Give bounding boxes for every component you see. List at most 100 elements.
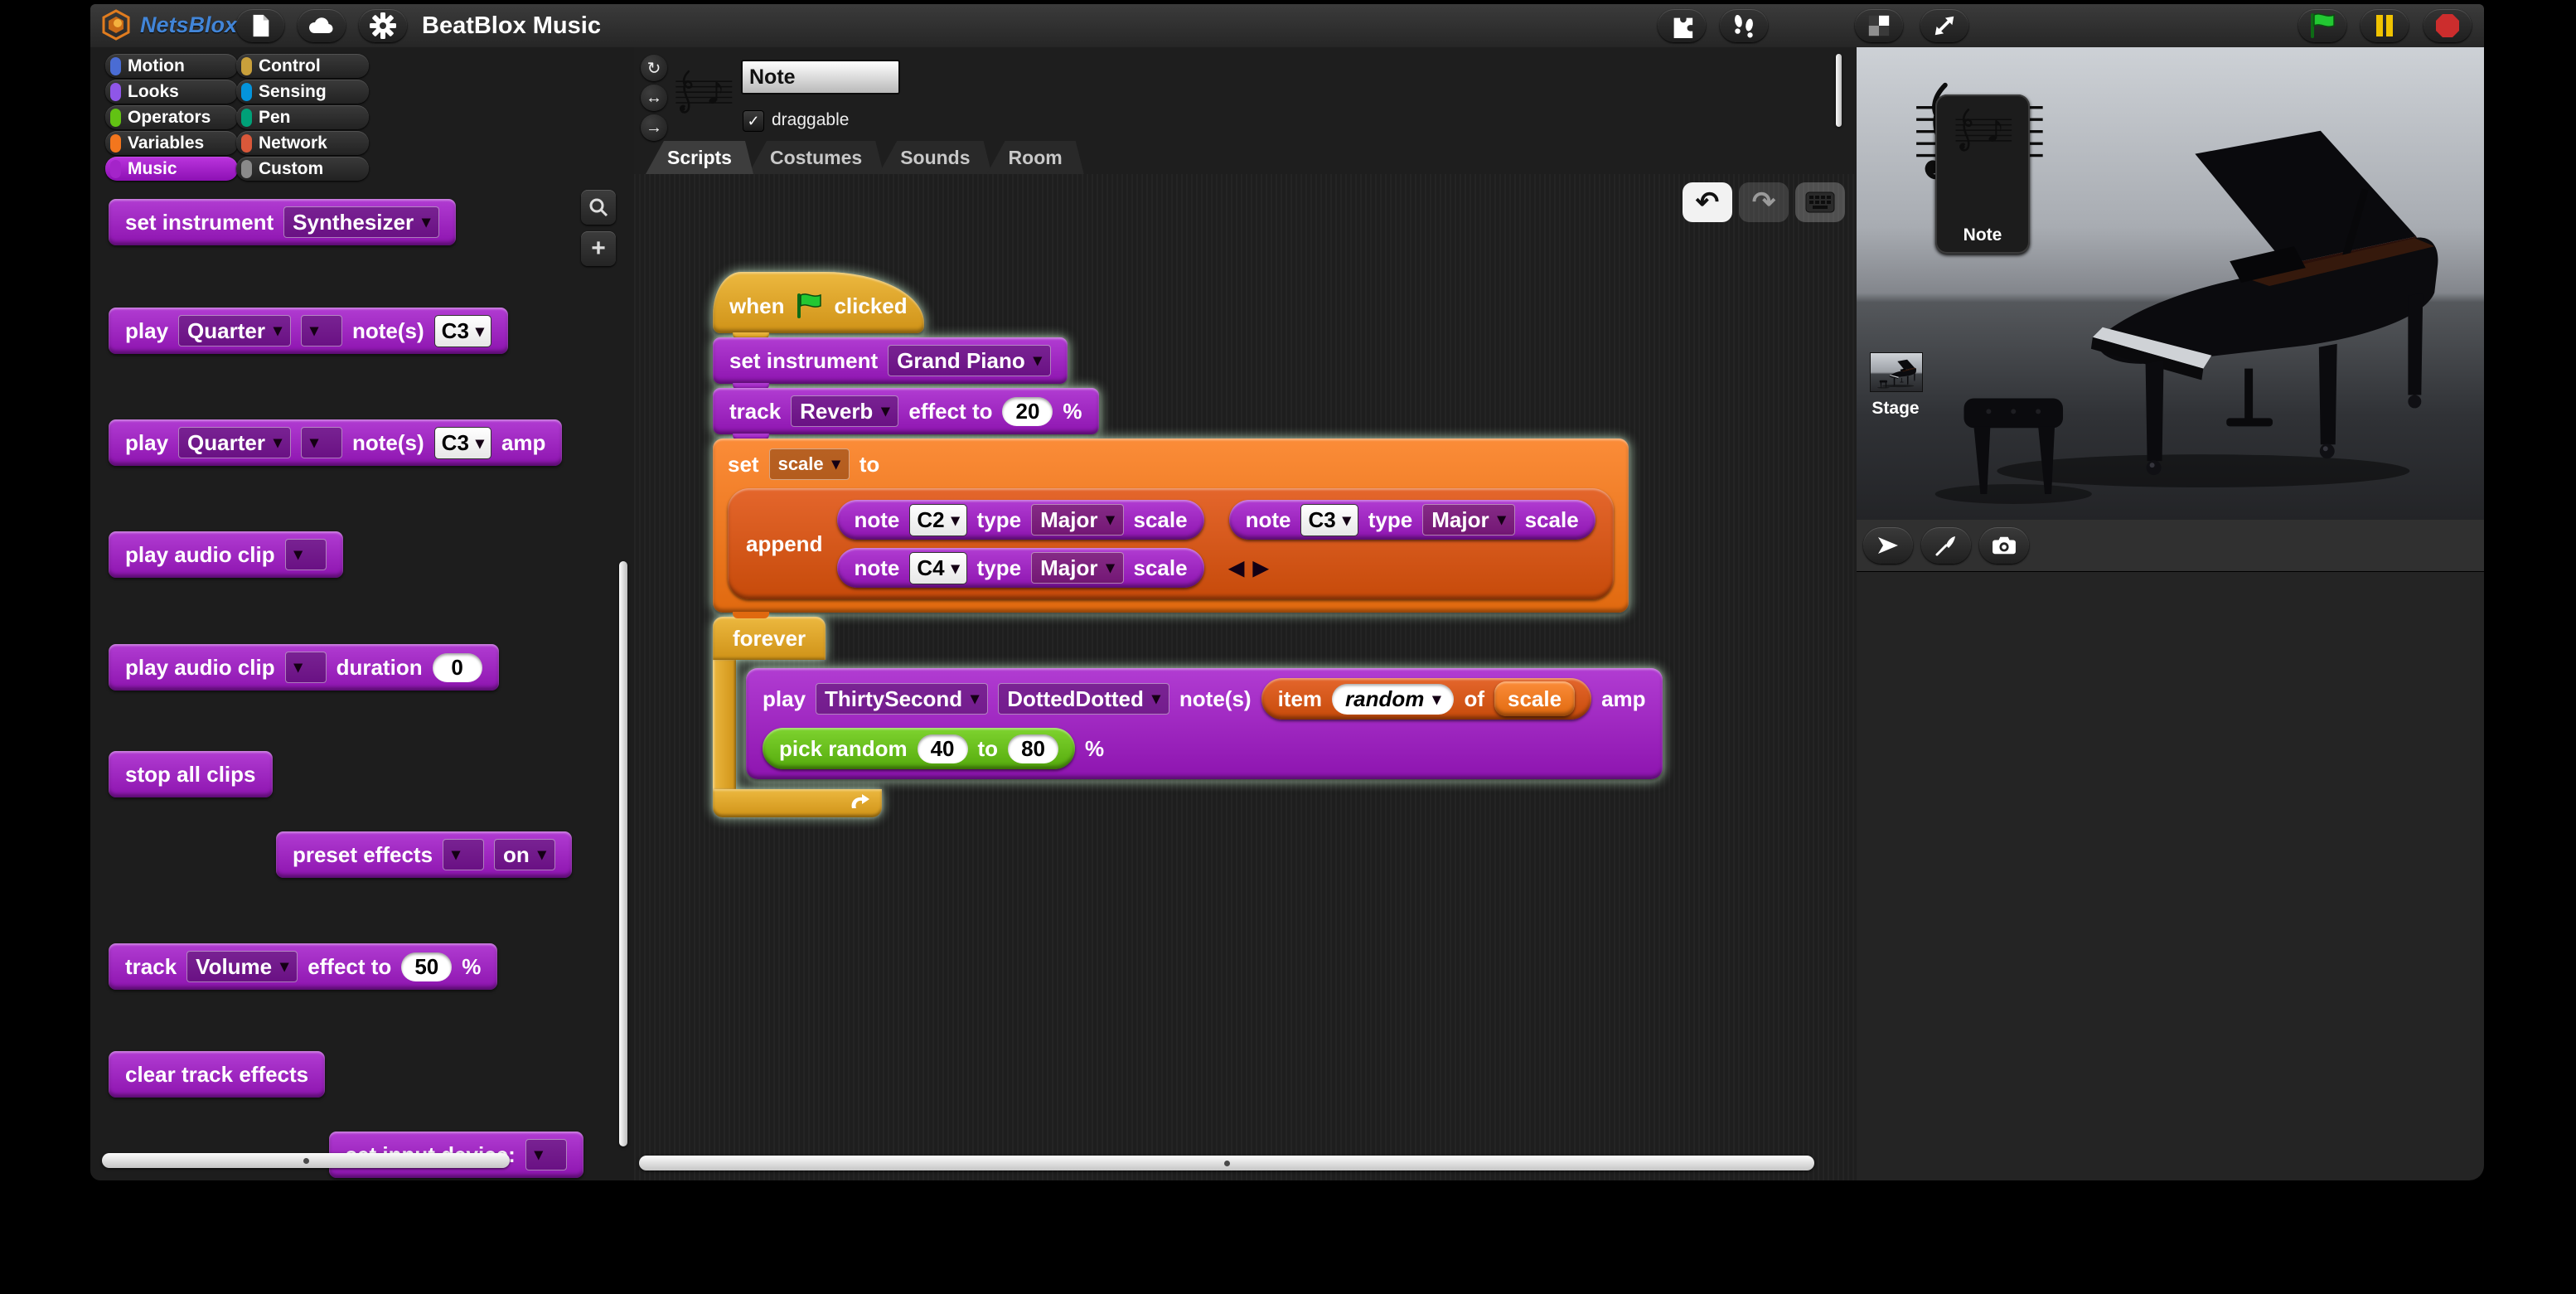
category-operators[interactable]: Operators [105, 105, 238, 129]
duration-dropdown[interactable]: ThirtySecond▾ [816, 683, 988, 715]
block-note-c2[interactable]: note C2▾ type Major▾ scale [837, 500, 1203, 540]
tab-costumes[interactable]: Costumes [748, 141, 884, 174]
palette-block-play-clip-duration[interactable]: play audio clip ▾ duration 0 [109, 644, 499, 691]
layout-toggle-button[interactable] [1855, 9, 1903, 42]
category-music[interactable]: Music [105, 157, 238, 181]
block-note-c4[interactable]: note C4▾ type Major▾ scale [837, 548, 1203, 588]
category-network[interactable]: Network [236, 131, 369, 155]
extensions-button[interactable] [1658, 9, 1706, 42]
steps-button[interactable] [1720, 9, 1768, 42]
block-play-notes[interactable]: play ThirtySecond▾ DottedDotted▾ note(s)… [746, 668, 1663, 779]
no-rotate-button[interactable]: → [641, 114, 667, 141]
modifier-dropdown[interactable]: DottedDotted▾ [998, 683, 1169, 715]
block-when-flag-clicked[interactable]: when clicked [713, 272, 924, 333]
instrument-dropdown[interactable]: Grand Piano▾ [888, 345, 1051, 376]
pitch-dropdown[interactable]: C3▾ [1300, 504, 1358, 536]
palette-block-track-effect[interactable]: track Volume▾ effect to 50 % [109, 943, 497, 990]
category-variables[interactable]: Variables [105, 131, 238, 155]
settings-button[interactable] [359, 9, 407, 42]
header-scrollbar[interactable] [1836, 54, 1842, 127]
sprite-name-input[interactable] [741, 60, 900, 95]
duration-input[interactable]: 0 [433, 653, 482, 682]
min-input[interactable]: 40 [918, 734, 968, 763]
pitch-dropdown[interactable]: C2▾ [909, 504, 966, 536]
block-set-instrument[interactable]: set instrument Grand Piano▾ [713, 337, 1068, 384]
clip-dropdown[interactable]: ▾ [285, 652, 327, 683]
undo-button[interactable]: ↶ [1683, 182, 1732, 222]
max-input[interactable]: 80 [1008, 734, 1058, 763]
scale-type-dropdown[interactable]: Major▾ [1422, 504, 1514, 536]
netsblox-logo[interactable]: NetsBlox [100, 9, 237, 41]
tab-sounds[interactable]: Sounds [879, 141, 991, 174]
green-flag-button[interactable] [2298, 9, 2346, 42]
state-dropdown[interactable]: on▾ [494, 839, 555, 870]
index-dropdown[interactable]: random▾ [1332, 684, 1454, 715]
palette-block-clear-effects[interactable]: clear track effects [109, 1051, 325, 1098]
scale-type-dropdown[interactable]: Major▾ [1031, 504, 1123, 536]
duration-dropdown[interactable]: Quarter▾ [178, 427, 291, 458]
category-looks[interactable]: Looks [105, 80, 238, 104]
tab-scripts[interactable]: Scripts [646, 141, 753, 174]
make-block-button[interactable]: + [581, 231, 616, 266]
effect-dropdown[interactable]: ▾ [443, 839, 484, 870]
category-sensing[interactable]: Sensing [236, 80, 369, 104]
duration-dropdown[interactable]: Quarter▾ [178, 315, 291, 347]
stop-button[interactable] [2423, 9, 2472, 42]
device-dropdown[interactable]: ▾ [525, 1139, 567, 1170]
block-set-variable[interactable]: set scale▾ to append note C2▾ type Major… [713, 439, 1629, 613]
block-track-effect[interactable]: track Reverb▾ effect to 20 % [713, 388, 1099, 434]
draggable-checkbox[interactable]: ✓ [743, 110, 764, 132]
search-blocks-button[interactable] [581, 190, 616, 225]
keyboard-entry-button[interactable] [1795, 182, 1845, 222]
pitch-dropdown[interactable]: C3▾ [434, 427, 491, 459]
script-stack[interactable]: when clicked set instrument Grand Piano▾… [713, 272, 1663, 817]
block-pick-random[interactable]: pick random 40 to 80 [763, 728, 1075, 769]
palette-vertical-scrollbar[interactable] [619, 561, 627, 1146]
block-append[interactable]: append note C2▾ type Major▾ scale note [728, 488, 1614, 599]
add-sprite-button[interactable] [1863, 527, 1913, 564]
track-effect-dropdown[interactable]: Volume▾ [186, 951, 298, 982]
palette-block-play-clip[interactable]: play audio clip ▾ [109, 531, 343, 578]
clip-dropdown[interactable]: ▾ [285, 539, 327, 570]
variable-dropdown[interactable]: scale▾ [769, 448, 850, 480]
redo-button[interactable]: ↷ [1739, 182, 1789, 222]
pause-button[interactable] [2361, 9, 2409, 42]
camera-sprite-button[interactable] [1979, 527, 2029, 564]
effect-value-input[interactable]: 50 [401, 952, 452, 981]
modifier-dropdown[interactable]: ▾ [301, 427, 342, 458]
paint-sprite-button[interactable] [1921, 527, 1971, 564]
scripts-horizontal-scrollbar[interactable] [639, 1156, 1814, 1170]
palette-block-set-instrument[interactable]: set instrument Synthesizer▾ [109, 199, 456, 245]
new-project-button[interactable] [236, 9, 284, 42]
palette-block-preset-effects[interactable]: preset effects ▾ on▾ [276, 831, 572, 878]
vararg-arrows-icon[interactable]: ◀ ▶ [1229, 556, 1595, 580]
palette-block-play-note[interactable]: play Quarter▾ ▾ note(s) C3▾ [109, 308, 508, 354]
pitch-dropdown[interactable]: C4▾ [909, 552, 966, 584]
palette-horizontal-scrollbar[interactable] [102, 1153, 510, 1168]
fullscreen-button[interactable] [1920, 9, 1968, 42]
scale-type-dropdown[interactable]: Major▾ [1031, 552, 1123, 584]
category-control[interactable]: Control [236, 54, 369, 78]
block-item-of[interactable]: item random▾ of scale [1261, 678, 1591, 720]
track-effect-dropdown[interactable]: Reverb▾ [791, 395, 898, 427]
cloud-button[interactable] [298, 9, 346, 42]
stage-thumbnail[interactable] [1870, 352, 1923, 392]
sprite-corral-item-note[interactable]: Note [1935, 95, 2030, 254]
variable-scale[interactable]: scale [1494, 681, 1575, 716]
category-pen[interactable]: Pen [236, 105, 369, 129]
pitch-dropdown[interactable]: C3▾ [434, 315, 491, 347]
scripts-canvas[interactable]: ↶ ↷ when clicked [634, 174, 1857, 1180]
block-forever[interactable]: forever play ThirtySecond▾ DottedDotted▾… [713, 617, 1663, 817]
instrument-dropdown[interactable]: Synthesizer▾ [283, 206, 439, 238]
modifier-dropdown[interactable]: ▾ [301, 315, 342, 347]
palette-block-stop-clips[interactable]: stop all clips [109, 751, 273, 797]
corral-toolbar [1857, 520, 2484, 571]
category-motion[interactable]: Motion [105, 54, 238, 78]
category-custom[interactable]: Custom [236, 157, 369, 181]
block-note-c3[interactable]: note C3▾ type Major▾ scale [1229, 500, 1595, 540]
rotate-freely-button[interactable]: ↻ [641, 55, 667, 81]
rotate-leftright-button[interactable]: ↔ [641, 85, 667, 111]
tab-room[interactable]: Room [987, 141, 1084, 174]
palette-block-play-note-amp[interactable]: play Quarter▾ ▾ note(s) C3▾ amp [109, 419, 562, 466]
effect-value-input[interactable]: 20 [1002, 397, 1053, 426]
